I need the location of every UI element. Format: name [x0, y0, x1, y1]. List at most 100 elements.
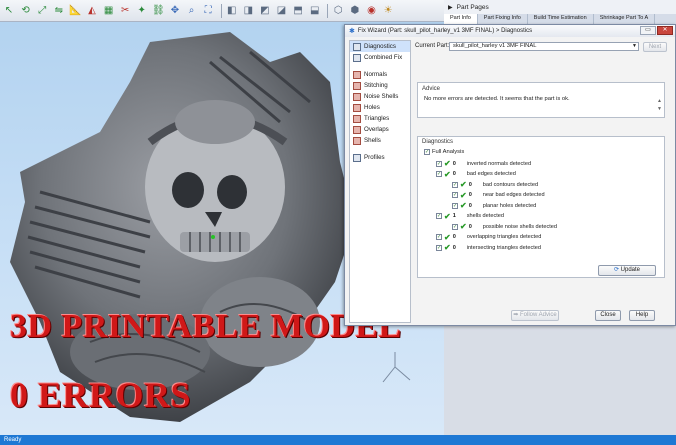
maximize-button[interactable]: ▭ [640, 26, 656, 35]
nav-item-label: Stitching [364, 82, 388, 89]
combined-fix-icon [353, 53, 361, 62]
check-ok-icon: ✔ [444, 211, 451, 221]
check-ok-icon: ✔ [460, 201, 467, 210]
overlaps-icon [353, 125, 361, 134]
toolbar-separator [327, 3, 329, 18]
diagnostic-count: 0 [468, 192, 472, 198]
view-bottom-icon[interactable]: ⬓ [308, 4, 322, 18]
move-icon[interactable]: ↖ [2, 4, 16, 18]
nav-item-normals[interactable]: Normals [350, 69, 410, 80]
select-triangles-icon[interactable]: ◭ [85, 4, 99, 18]
diagnostic-checkbox[interactable]: ✓ [436, 234, 442, 240]
view-right-icon[interactable]: ◪ [275, 4, 289, 18]
view-left-icon[interactable]: ◩ [258, 4, 272, 18]
solid-icon[interactable]: ⬢ [348, 4, 362, 18]
diagnostic-count: 0 [452, 171, 456, 177]
advice-scrollbar[interactable]: ▲ ▼ [657, 97, 662, 113]
diagnostic-count: 0 [452, 244, 456, 251]
diagnostic-checkbox[interactable]: ✓ [436, 244, 442, 251]
nav-item-label: Overlaps [364, 126, 389, 133]
tab-part-info[interactable]: Part Info [444, 14, 478, 24]
pan-icon[interactable]: ✥ [168, 4, 182, 18]
nav-item-profiles[interactable]: Profiles [350, 152, 410, 163]
select-surface-icon[interactable]: ▦ [102, 4, 116, 18]
close-window-button[interactable]: ✕ [657, 26, 673, 35]
color-icon[interactable]: ◉ [364, 4, 378, 18]
diagnostics-page: Current Part: skull_pilot_harley v1 3MF … [415, 40, 673, 324]
full-analysis-checkbox[interactable]: ✓ [424, 149, 430, 155]
nav-item-noise-shells[interactable]: Noise Shells [350, 91, 410, 102]
diagnostic-checkbox[interactable]: ✓ [436, 160, 442, 167]
diagnostic-checkbox[interactable]: ✓ [436, 213, 442, 219]
toolbar-separator [220, 3, 222, 18]
check-ok-icon: ✔ [444, 232, 451, 242]
wizard-nav: Diagnostics Combined Fix Normals Stitching N… [349, 40, 411, 323]
follow-advice-button[interactable]: ➡ Follow Advice [511, 310, 559, 321]
check-ok-icon: ✔ [460, 190, 467, 200]
full-analysis-row[interactable]: ✓ Full Analysis [424, 149, 464, 155]
view-front-icon[interactable]: ◧ [225, 4, 239, 18]
scale-icon[interactable]: ⤢ [35, 4, 49, 18]
help-button[interactable]: Help [629, 310, 655, 321]
diagnostic-count: 1 [452, 213, 456, 219]
fit-icon[interactable]: ⛶ [201, 4, 215, 18]
nav-item-diagnostics[interactable]: Diagnostics [350, 41, 410, 52]
diagnostic-count: 0 [468, 202, 472, 209]
wand-icon[interactable]: ✦ [135, 4, 149, 18]
advice-text: No more errors are detected. It seems th… [424, 96, 570, 102]
view-back-icon[interactable]: ◨ [241, 4, 255, 18]
diagnostic-checkbox[interactable]: ✓ [452, 223, 458, 230]
part-pages-header[interactable]: ▶ Part Pages [444, 0, 676, 14]
close-button[interactable]: Close [595, 310, 621, 321]
nav-item-shells[interactable]: Shells [350, 135, 410, 146]
nav-item-label: Diagnostics [364, 43, 396, 50]
tab-part-fixing-info[interactable]: Part Fixing Info [478, 14, 528, 24]
nav-item-overlaps[interactable]: Overlaps [350, 124, 410, 135]
update-button[interactable]: ⟳ Update [598, 265, 656, 276]
lights-icon[interactable]: ☀ [381, 4, 395, 18]
expand-arrow-icon[interactable]: ▶ [448, 4, 453, 11]
nav-item-label: Triangles [364, 115, 390, 122]
holes-icon [353, 103, 361, 112]
current-part-value: skull_pilot_harley v1 3MF FINAL [453, 43, 537, 49]
follow-advice-icon: ➡ [513, 312, 519, 318]
dialog-titlebar[interactable]: ✱ Fix Wizard (Part: skull_pilot_harley_v… [345, 25, 675, 37]
nav-item-combined-fix[interactable]: Combined Fix [350, 52, 410, 63]
nav-item-stitching[interactable]: Stitching [350, 80, 410, 91]
next-button[interactable]: Next [643, 42, 667, 52]
follow-advice-label: Follow Advice [520, 312, 557, 318]
stitching-icon [353, 81, 361, 90]
diagnostic-checkbox[interactable]: ✓ [436, 171, 442, 177]
fix-wizard-dialog: ✱ Fix Wizard (Part: skull_pilot_harley_v… [344, 24, 676, 326]
check-ok-icon: ✔ [444, 169, 451, 179]
advice-title: Advice [422, 86, 441, 92]
tab-build-time-estimation[interactable]: Build Time Estimation [528, 14, 594, 24]
rotate-icon[interactable]: ⟲ [19, 4, 33, 18]
measure-icon[interactable]: 📐 [68, 4, 82, 18]
diagnostic-checkbox[interactable]: ✓ [452, 192, 458, 198]
diagnostic-label: overlapping triangles detected [466, 234, 542, 240]
diagnostic-label: shells detected [466, 213, 505, 219]
zoom-icon[interactable]: ⌕ [185, 4, 199, 18]
diagnostic-count: 0 [468, 181, 472, 188]
diagnostic-count: 0 [452, 160, 456, 167]
diagnostic-count: 0 [468, 223, 472, 230]
diagnostic-checkbox[interactable]: ✓ [452, 181, 458, 188]
diagnostics-title: Diagnostics [422, 139, 454, 145]
update-icon: ⟳ [613, 267, 619, 273]
connect-icon[interactable]: ⛓ [151, 4, 165, 18]
mirror-icon[interactable]: ⇋ [52, 4, 66, 18]
normals-icon [353, 70, 361, 79]
tab-shrinkage-part-to-a[interactable]: Shrinkage Part To A [594, 14, 656, 24]
diagnostic-label: inverted normals detected [466, 160, 532, 167]
update-label: Update [620, 267, 641, 273]
shells-icon [353, 136, 361, 145]
nav-item-triangles[interactable]: Triangles [350, 113, 410, 124]
nav-item-holes[interactable]: Holes [350, 102, 410, 113]
current-part-select[interactable]: skull_pilot_harley v1 3MF FINAL ▼ [449, 42, 639, 51]
wireframe-icon[interactable]: ⬡ [331, 4, 345, 18]
view-top-icon[interactable]: ⬒ [291, 4, 305, 18]
cut-icon[interactable]: ✂ [118, 4, 132, 18]
diagnostic-checkbox[interactable]: ✓ [452, 202, 458, 209]
status-bar: Ready [0, 435, 676, 445]
